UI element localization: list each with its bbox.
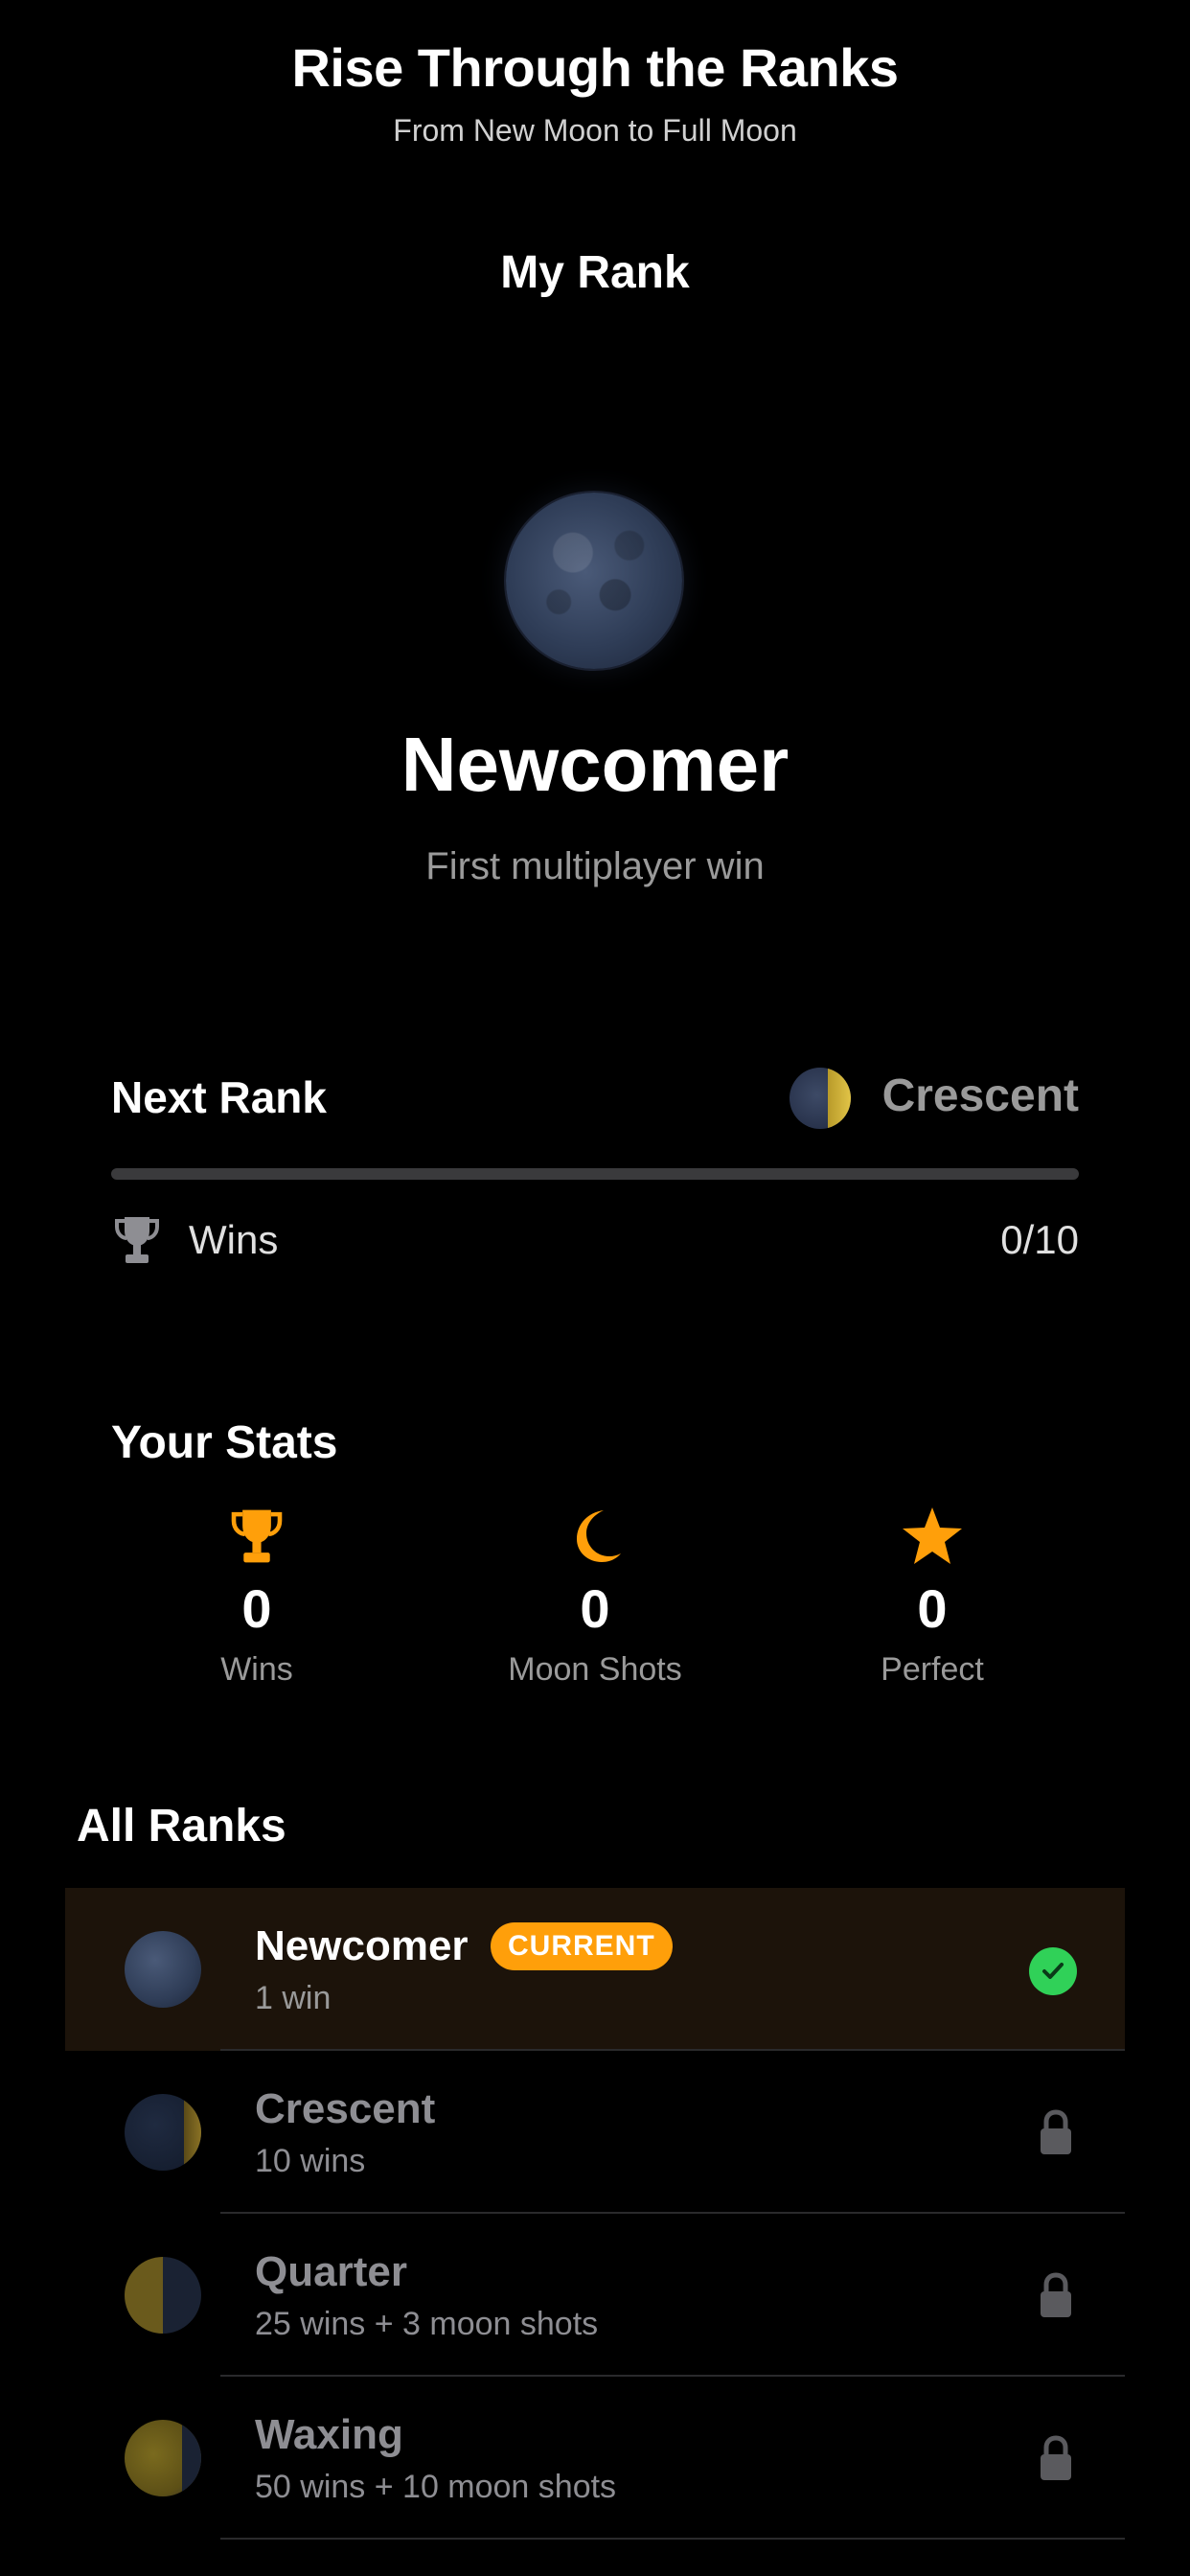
trophy-icon [231, 1509, 283, 1563]
trophy-icon [115, 1217, 159, 1263]
section-title-my-rank: My Rank [500, 247, 690, 298]
checkmark-icon [1029, 1947, 1077, 1995]
rank-row-waxing[interactable]: Waxing 50 wins + 10 moon shots [65, 2377, 1125, 2540]
page-subtitle: From New Moon to Full Moon [393, 113, 797, 148]
lock-icon [1041, 2435, 1071, 2480]
all-ranks-title: All Ranks [77, 1801, 286, 1852]
lock-icon [1041, 2109, 1071, 2154]
rank-row-newcomer[interactable]: Newcomer CURRENT 1 win [65, 1888, 1125, 2051]
stat-label: Wins [220, 1651, 293, 1688]
next-rank-label: Next Rank [111, 1072, 327, 1122]
quarter-moon-icon [125, 2257, 201, 2334]
current-rank-description: First multiplayer win [425, 845, 765, 887]
rank-row-quarter[interactable]: Quarter 25 wins + 3 moon shots [65, 2214, 1125, 2377]
star-icon [903, 1507, 962, 1564]
rank-requirement: 50 wins + 10 moon shots [255, 2469, 617, 2505]
next-rank-name: Crescent [881, 1070, 1079, 1121]
stat-wins: 0 Wins [113, 1503, 400, 1689]
stat-label: Perfect [881, 1651, 984, 1688]
new-moon-icon [506, 493, 682, 669]
rank-name: Quarter [255, 2248, 407, 2295]
rank-requirement: 1 win [255, 1980, 332, 2016]
rank-name: Crescent [255, 2085, 436, 2132]
current-rank-name: Newcomer [400, 722, 790, 807]
requirement-progress-value: 0/10 [1000, 1217, 1079, 1262]
rank-row-crescent[interactable]: Crescent 10 wins [65, 2051, 1125, 2214]
stat-value: 0 [241, 1578, 272, 1639]
stat-label: Moon Shots [508, 1651, 682, 1688]
stat-perfect: 0 Perfect [789, 1503, 1076, 1689]
page-title: Rise Through the Ranks [291, 37, 899, 98]
crescent-moon-icon [125, 2094, 201, 2171]
next-rank-progress-bar [111, 1168, 1079, 1180]
stat-moon-shots: 0 Moon Shots [451, 1503, 739, 1689]
rank-requirement: 10 wins [255, 2143, 366, 2179]
rank-name: Waxing [255, 2411, 403, 2458]
current-badge: CURRENT [491, 1922, 673, 1970]
stat-value: 0 [580, 1578, 610, 1639]
stats-title: Your Stats [111, 1417, 338, 1468]
rank-name: Newcomer [255, 1922, 469, 1969]
moon-icon [577, 1510, 621, 1562]
requirement-label: Wins [189, 1217, 279, 1262]
waxing-moon-icon [125, 2420, 201, 2496]
new-moon-icon [125, 1931, 201, 2008]
rank-requirement: 25 wins + 3 moon shots [255, 2306, 599, 2342]
rank-screen: Rise Through the Ranks From New Moon to … [0, 0, 1190, 2576]
stat-value: 0 [917, 1578, 948, 1639]
lock-icon [1041, 2272, 1071, 2317]
crescent-moon-icon [790, 1068, 851, 1129]
